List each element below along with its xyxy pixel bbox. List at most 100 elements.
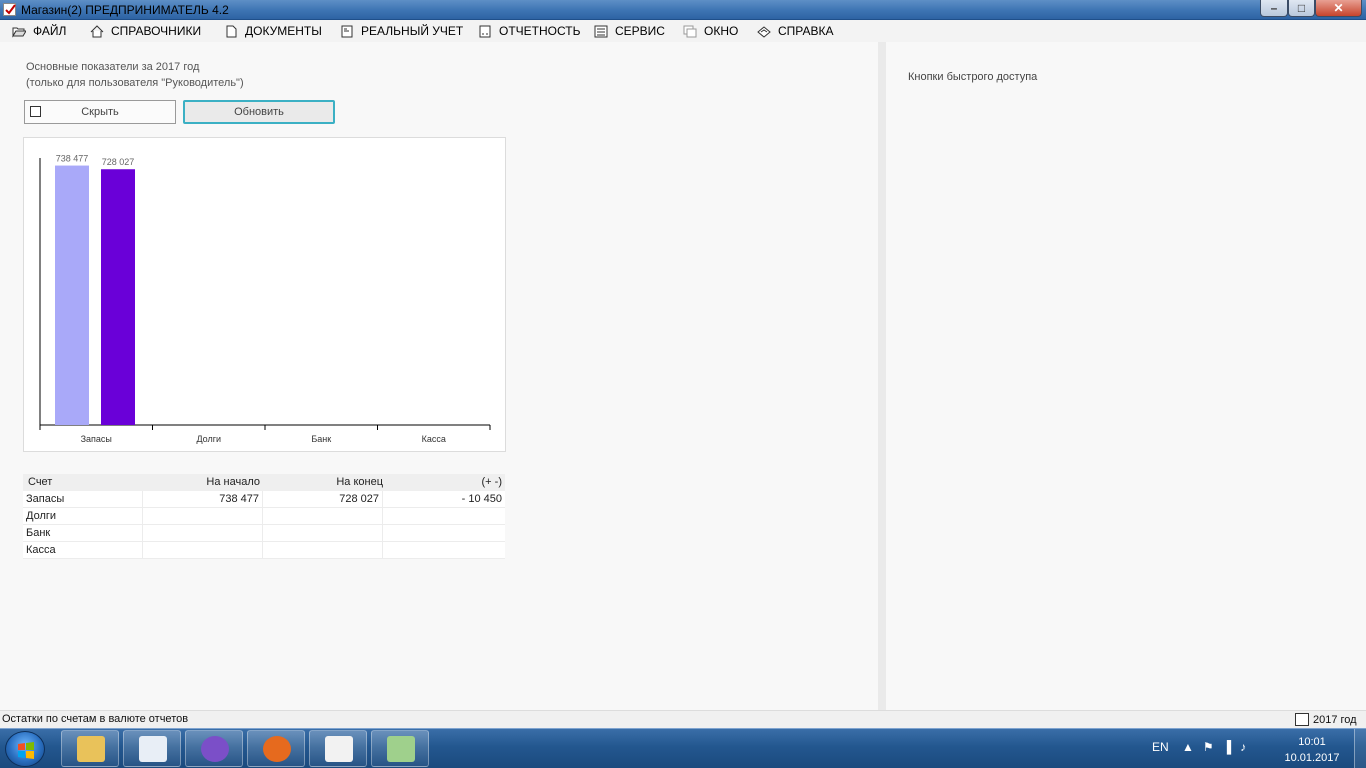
menu-help[interactable]: СПРАВКА — [757, 24, 834, 38]
cell-start — [143, 525, 263, 542]
menu-file-label: ФАЙЛ — [33, 24, 67, 38]
taskbar-app-button[interactable] — [61, 730, 119, 767]
document-icon — [226, 25, 237, 37]
table-row[interactable]: Касса — [23, 542, 505, 559]
menu-window-label: ОКНО — [704, 24, 739, 38]
quick-access-title: Кнопки быстрого доступа — [908, 71, 1038, 83]
menu-reporting-label: ОТЧЕТНОСТЬ — [499, 24, 581, 38]
minimize-icon: – — [1270, 1, 1278, 15]
taskbar-app-button[interactable] — [123, 730, 181, 767]
cell-end — [263, 542, 383, 559]
menu-reporting[interactable]: ОТЧЕТНОСТЬ — [478, 24, 580, 38]
menu-help-label: СПРАВКА — [778, 24, 834, 38]
cell-account: Долги — [23, 508, 143, 525]
table-header-row: Счет На начало На конец (+ -) — [23, 474, 505, 491]
cell-account: Запасы — [23, 491, 143, 508]
firefox-icon — [263, 736, 291, 762]
quick-access-panel: Кнопки быстрого доступа — [886, 42, 1366, 710]
panel-heading: Основные показатели за 2017 год — [26, 61, 200, 73]
panel-subheading: (только для пользователя "Руководитель") — [26, 77, 244, 89]
x-tick-label: Долги — [196, 434, 221, 444]
system-clock[interactable]: 10:01 10.01.2017 — [1280, 734, 1344, 766]
taskbar-app-button[interactable] — [371, 730, 429, 767]
system-tray: ▲ ⚑ ▐ ♪ — [1182, 740, 1246, 754]
indicators-chart: Запасы Долги Банк Касса 738 477 728 027 — [23, 137, 506, 452]
menu-window[interactable]: ОКНО — [683, 24, 738, 38]
header-end[interactable]: На конец — [263, 474, 383, 491]
volume-icon[interactable]: ♪ — [1240, 740, 1246, 754]
explorer-icon — [77, 736, 105, 762]
dashboard-panel: Основные показатели за 2017 год (только … — [0, 42, 878, 710]
windows-icon — [683, 25, 697, 37]
table-row[interactable]: Банк — [23, 525, 505, 542]
chart-bar[interactable] — [55, 165, 89, 425]
cell-end — [263, 525, 383, 542]
status-text: Остатки по счетам в валюте отчетов — [2, 713, 189, 725]
header-start[interactable]: На начало — [143, 474, 263, 491]
hide-checkbox[interactable] — [30, 106, 41, 117]
spreadsheet-app-icon — [387, 736, 415, 762]
cell-end: 728 027 — [263, 491, 383, 508]
menu-real-accounting-label: РЕАЛЬНЫЙ УЧЕТ — [361, 24, 464, 38]
taskbar-app-button[interactable] — [247, 730, 305, 767]
refresh-button[interactable]: Обновить — [183, 100, 335, 124]
start-button[interactable] — [5, 731, 45, 767]
network-signal-icon[interactable]: ▐ — [1223, 740, 1232, 754]
menu-file[interactable]: ФАЙЛ — [12, 24, 66, 38]
tray-flag-icon[interactable]: ⚑ — [1203, 740, 1214, 754]
calculator-icon — [594, 25, 608, 37]
close-button[interactable]: ✕ — [1315, 0, 1362, 17]
help-book-icon — [757, 25, 771, 38]
bar-value-label: 728 027 — [102, 157, 135, 167]
header-account[interactable]: Счет — [23, 474, 143, 491]
clock-date: 10.01.2017 — [1284, 752, 1340, 764]
app-checkmark-icon[interactable] — [3, 3, 16, 16]
menu-references[interactable]: СПРАВОЧНИКИ — [90, 24, 201, 38]
cell-account: Касса — [23, 542, 143, 559]
language-indicator[interactable]: EN — [1152, 740, 1169, 754]
menu-documents-label: ДОКУМЕНТЫ — [245, 24, 322, 38]
maximize-button[interactable]: □ — [1288, 0, 1315, 17]
home-icon — [90, 24, 104, 37]
x-tick-label: Запасы — [81, 434, 112, 444]
cell-diff — [383, 525, 505, 542]
menu-bar: ФАЙЛ СПРАВОЧНИКИ ДОКУМЕНТЫ РЕАЛЬНЫЙ УЧЕТ… — [0, 21, 1366, 42]
hide-button[interactable]: Скрыть — [24, 100, 176, 124]
chart-bar[interactable] — [101, 169, 135, 425]
table-row[interactable]: Запасы 738 477 728 027 - 10 450 — [23, 491, 505, 508]
close-icon: ✕ — [1333, 1, 1344, 15]
cell-account: Банк — [23, 525, 143, 542]
clock-time: 10:01 — [1298, 736, 1326, 748]
cell-diff — [383, 542, 505, 559]
menu-real-accounting[interactable]: РЕАЛЬНЫЙ УЧЕТ — [340, 24, 463, 38]
status-bar: Остатки по счетам в валюте отчетов 2017 … — [0, 710, 1366, 728]
refresh-button-label: Обновить — [234, 106, 284, 118]
menu-service-label: СЕРВИС — [615, 24, 665, 38]
title-bar: Магазин(2) ПРЕДПРИНИМАТЕЛЬ 4.2 – □ ✕ — [0, 0, 1366, 20]
taskbar-app-button[interactable] — [185, 730, 243, 767]
x-tick-label: Банк — [311, 434, 331, 444]
report-icon — [479, 25, 491, 37]
cell-diff — [383, 508, 505, 525]
hide-button-label: Скрыть — [81, 106, 119, 118]
viber-icon — [201, 736, 229, 762]
table-row[interactable]: Долги — [23, 508, 505, 525]
report-year-label: 2017 год — [1313, 713, 1357, 726]
show-desktop-button[interactable] — [1354, 729, 1366, 768]
document-app-icon — [139, 736, 167, 762]
report-year-status[interactable]: 2017 год — [1295, 713, 1357, 726]
calendar-icon — [1295, 713, 1309, 726]
menu-documents[interactable]: ДОКУМЕНТЫ — [224, 24, 322, 38]
x-tick-label: Касса — [422, 434, 446, 444]
panel-splitter[interactable] — [878, 42, 886, 710]
bar-value-label: 738 477 — [56, 154, 89, 164]
cell-end — [263, 508, 383, 525]
tray-expand-icon[interactable]: ▲ — [1182, 740, 1194, 754]
header-diff[interactable]: (+ -) — [383, 474, 505, 491]
windows-logo-icon — [18, 742, 34, 759]
minimize-button[interactable]: – — [1260, 0, 1288, 17]
taskbar-app-button[interactable] — [309, 730, 367, 767]
menu-service[interactable]: СЕРВИС — [594, 24, 665, 38]
maximize-icon: □ — [1297, 1, 1306, 15]
menu-references-label: СПРАВОЧНИКИ — [111, 24, 202, 38]
